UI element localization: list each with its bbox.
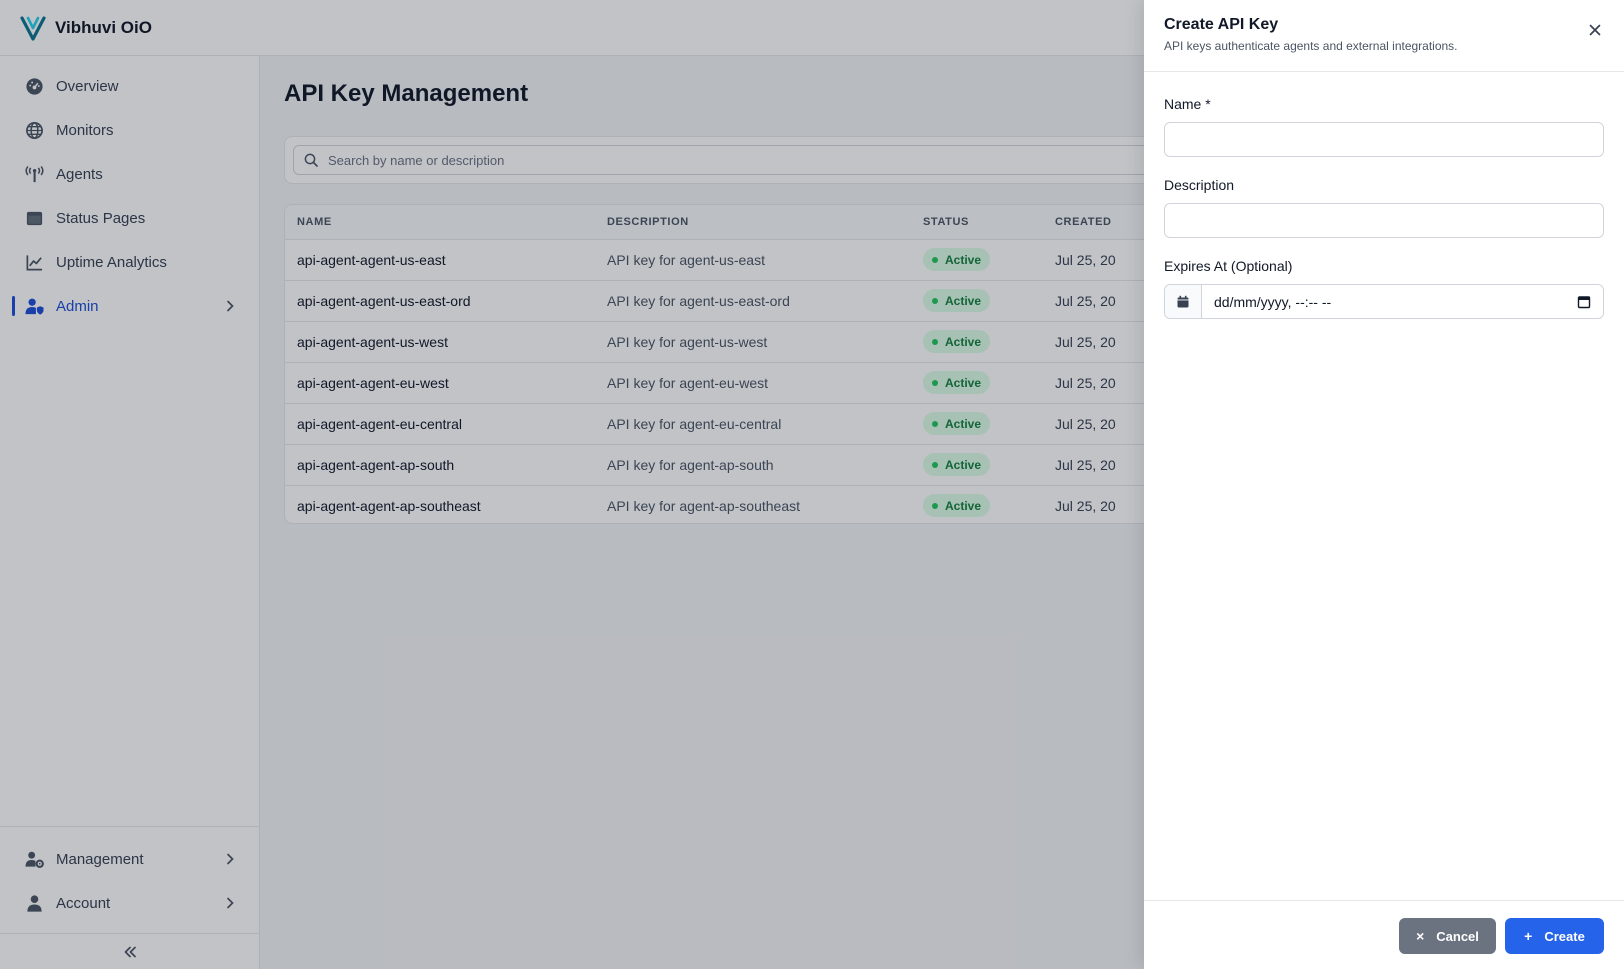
cancel-button[interactable]: × Cancel — [1399, 918, 1496, 954]
close-button[interactable] — [1586, 21, 1604, 39]
expires-datetime-input[interactable]: dd/mm/yyyy, --:-- -- — [1164, 284, 1604, 319]
drawer-subtitle: API keys authenticate agents and externa… — [1164, 39, 1458, 53]
drawer-title: Create API Key — [1164, 16, 1279, 33]
description-input[interactable] — [1164, 203, 1604, 238]
drawer-header: Create API Key API keys authenticate age… — [1144, 0, 1624, 72]
calendar-icon — [1165, 285, 1202, 318]
calendar-picker-icon — [1577, 295, 1591, 308]
datetime-picker-button[interactable] — [1565, 285, 1603, 318]
name-input[interactable] — [1164, 122, 1604, 157]
create-api-key-drawer: Create API Key API keys authenticate age… — [1144, 0, 1624, 969]
create-button[interactable]: + Create — [1505, 918, 1604, 954]
description-field-group: Description — [1164, 177, 1604, 238]
name-field-group: Name * — [1164, 96, 1604, 157]
description-label: Description — [1164, 177, 1235, 193]
cancel-label: Cancel — [1436, 928, 1479, 944]
close-icon: × — [1416, 928, 1425, 944]
expires-label: Expires At (Optional) — [1164, 258, 1293, 274]
create-label: Create — [1544, 928, 1585, 944]
plus-icon: + — [1524, 928, 1533, 944]
close-icon — [1589, 24, 1601, 36]
drawer-body: Name * Description Expires At (Optional)… — [1144, 72, 1624, 319]
expires-field-group: Expires At (Optional) dd/mm/yyyy, --:-- … — [1164, 258, 1604, 319]
expires-datetime-value[interactable]: dd/mm/yyyy, --:-- -- — [1202, 285, 1565, 318]
drawer-footer: × Cancel + Create — [1144, 900, 1624, 969]
name-label: Name * — [1164, 96, 1211, 112]
